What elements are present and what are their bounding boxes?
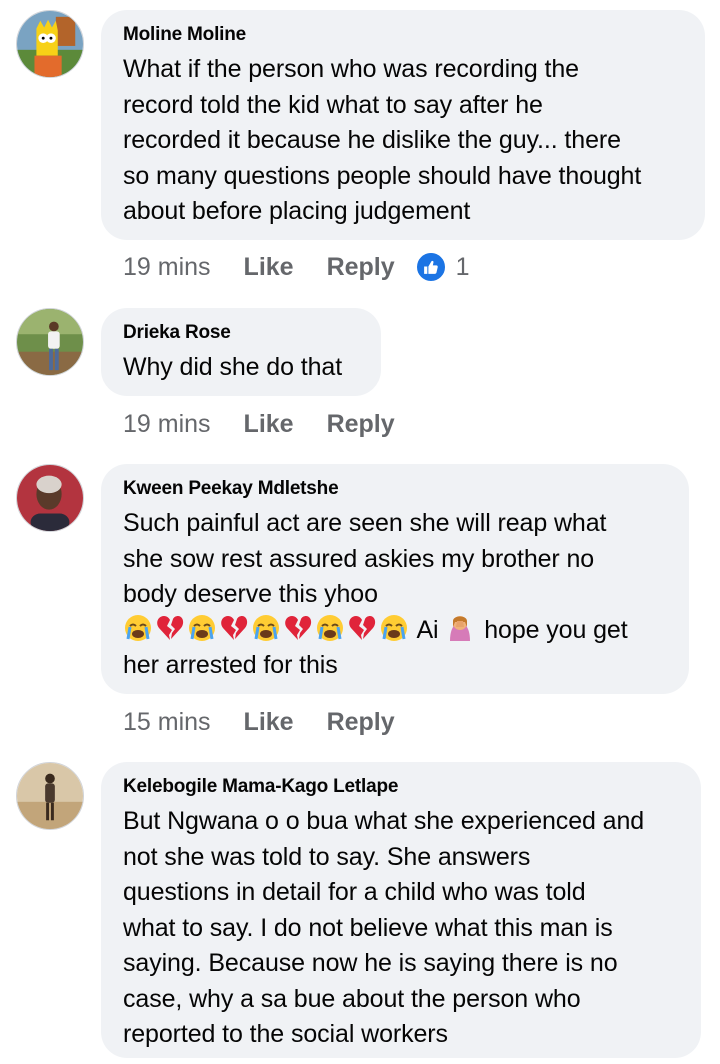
crying-face-emoji-icon — [187, 613, 217, 643]
comment-actions: 15 mins Like Reply — [123, 704, 415, 740]
comment-author[interactable]: Moline Moline — [123, 24, 684, 46]
comment-text-line: saying. Because now he is saying there i… — [123, 949, 618, 977]
broken-heart-emoji-icon — [347, 613, 377, 643]
emoji-text-after: Ai — [416, 615, 439, 644]
comment-text-line: Such painful act are seen she will reap … — [123, 509, 607, 537]
comment-bubble: Drieka Rose Why did she do that — [101, 308, 381, 396]
reply-button[interactable]: Reply — [327, 410, 395, 439]
comment-text-line: questions in detail for a child who was … — [123, 878, 586, 906]
reply-button[interactable]: Reply — [327, 253, 395, 282]
comment-text: What if the person who was recording the… — [123, 52, 684, 230]
emoji-line: Ai hope you get — [123, 613, 668, 649]
comment-actions: 19 mins Like Reply — [123, 406, 415, 442]
comment-text-line: what to say. I do not believe what this … — [123, 913, 613, 942]
emoji-text-end: hope you get — [484, 615, 628, 644]
like-button[interactable]: Like — [244, 708, 294, 737]
broken-heart-emoji-icon — [283, 613, 313, 643]
comment-text: Why did she do that — [123, 350, 360, 386]
comment-text-line: body deserve this yhoo — [123, 580, 378, 608]
comment-text-line: But Ngwana o o bua what she experienced … — [123, 807, 645, 835]
person-photo-avatar-icon — [17, 309, 83, 375]
comment-bubble: Kween Peekay Mdletshe Such painful act a… — [101, 464, 689, 694]
comment-bubble: Kelebogile Mama-Kago Letlape But Ngwana … — [101, 762, 701, 1058]
reaction-count: 1 — [455, 252, 470, 281]
comment-text-line: Why did she do that — [123, 353, 343, 381]
comment-text-line: What if the person who was recording the — [123, 55, 579, 83]
thumbs-up-icon — [414, 251, 447, 283]
comment-timestamp[interactable]: 19 mins — [123, 410, 211, 439]
reply-button[interactable]: Reply — [327, 708, 395, 737]
broken-heart-emoji-icon — [155, 613, 185, 643]
comment-timestamp[interactable]: 15 mins — [123, 708, 211, 737]
comment-bubble: Moline Moline What if the person who was… — [101, 10, 705, 240]
avatar[interactable] — [16, 308, 84, 376]
comment-text-line: recorded it because he dislike the guy..… — [123, 126, 621, 154]
crying-face-emoji-icon — [123, 613, 153, 643]
person-photo-avatar-icon — [17, 465, 83, 531]
comment-author[interactable]: Kween Peekay Mdletshe — [123, 478, 668, 500]
reaction-summary[interactable]: 1 — [414, 251, 470, 283]
avatar[interactable] — [16, 762, 84, 830]
comment-text: Such painful act are seen she will reap … — [123, 506, 668, 684]
person-photo-avatar-icon — [17, 763, 83, 829]
avatar[interactable] — [16, 10, 84, 78]
comment-text-line: she sow rest assured askies my brother n… — [123, 544, 595, 573]
cartoon-character-avatar-icon — [17, 11, 83, 77]
crying-face-emoji-icon — [251, 613, 281, 643]
avatar[interactable] — [16, 464, 84, 532]
comment-text-line: record told the kid what to say after he — [123, 90, 543, 119]
comment-text-line: so many questions people should have tho… — [123, 161, 642, 190]
like-button[interactable]: Like — [244, 253, 294, 282]
broken-heart-emoji-icon — [219, 613, 249, 643]
crying-face-emoji-icon — [379, 613, 409, 643]
comment-timestamp[interactable]: 19 mins — [123, 253, 211, 282]
crying-face-emoji-icon — [315, 613, 345, 643]
comment-text-line: reported to the social workers — [123, 1020, 448, 1048]
comment-actions: 19 mins Like Reply 1 — [123, 249, 470, 285]
comment-author[interactable]: Kelebogile Mama-Kago Letlape — [123, 776, 680, 798]
comment-text-line: about before placing judgement — [123, 197, 471, 225]
comment-author[interactable]: Drieka Rose — [123, 322, 360, 344]
like-button[interactable]: Like — [244, 410, 294, 439]
comment-text-line: not she was told to say. She answers — [123, 842, 531, 871]
woman-facepalming-emoji-icon — [445, 613, 475, 643]
comment-text: But Ngwana o o bua what she experienced … — [123, 804, 680, 1053]
comment-text-line: case, why a sa bue about the person who — [123, 984, 581, 1013]
comment-text-line: her arrested for this — [123, 651, 338, 679]
